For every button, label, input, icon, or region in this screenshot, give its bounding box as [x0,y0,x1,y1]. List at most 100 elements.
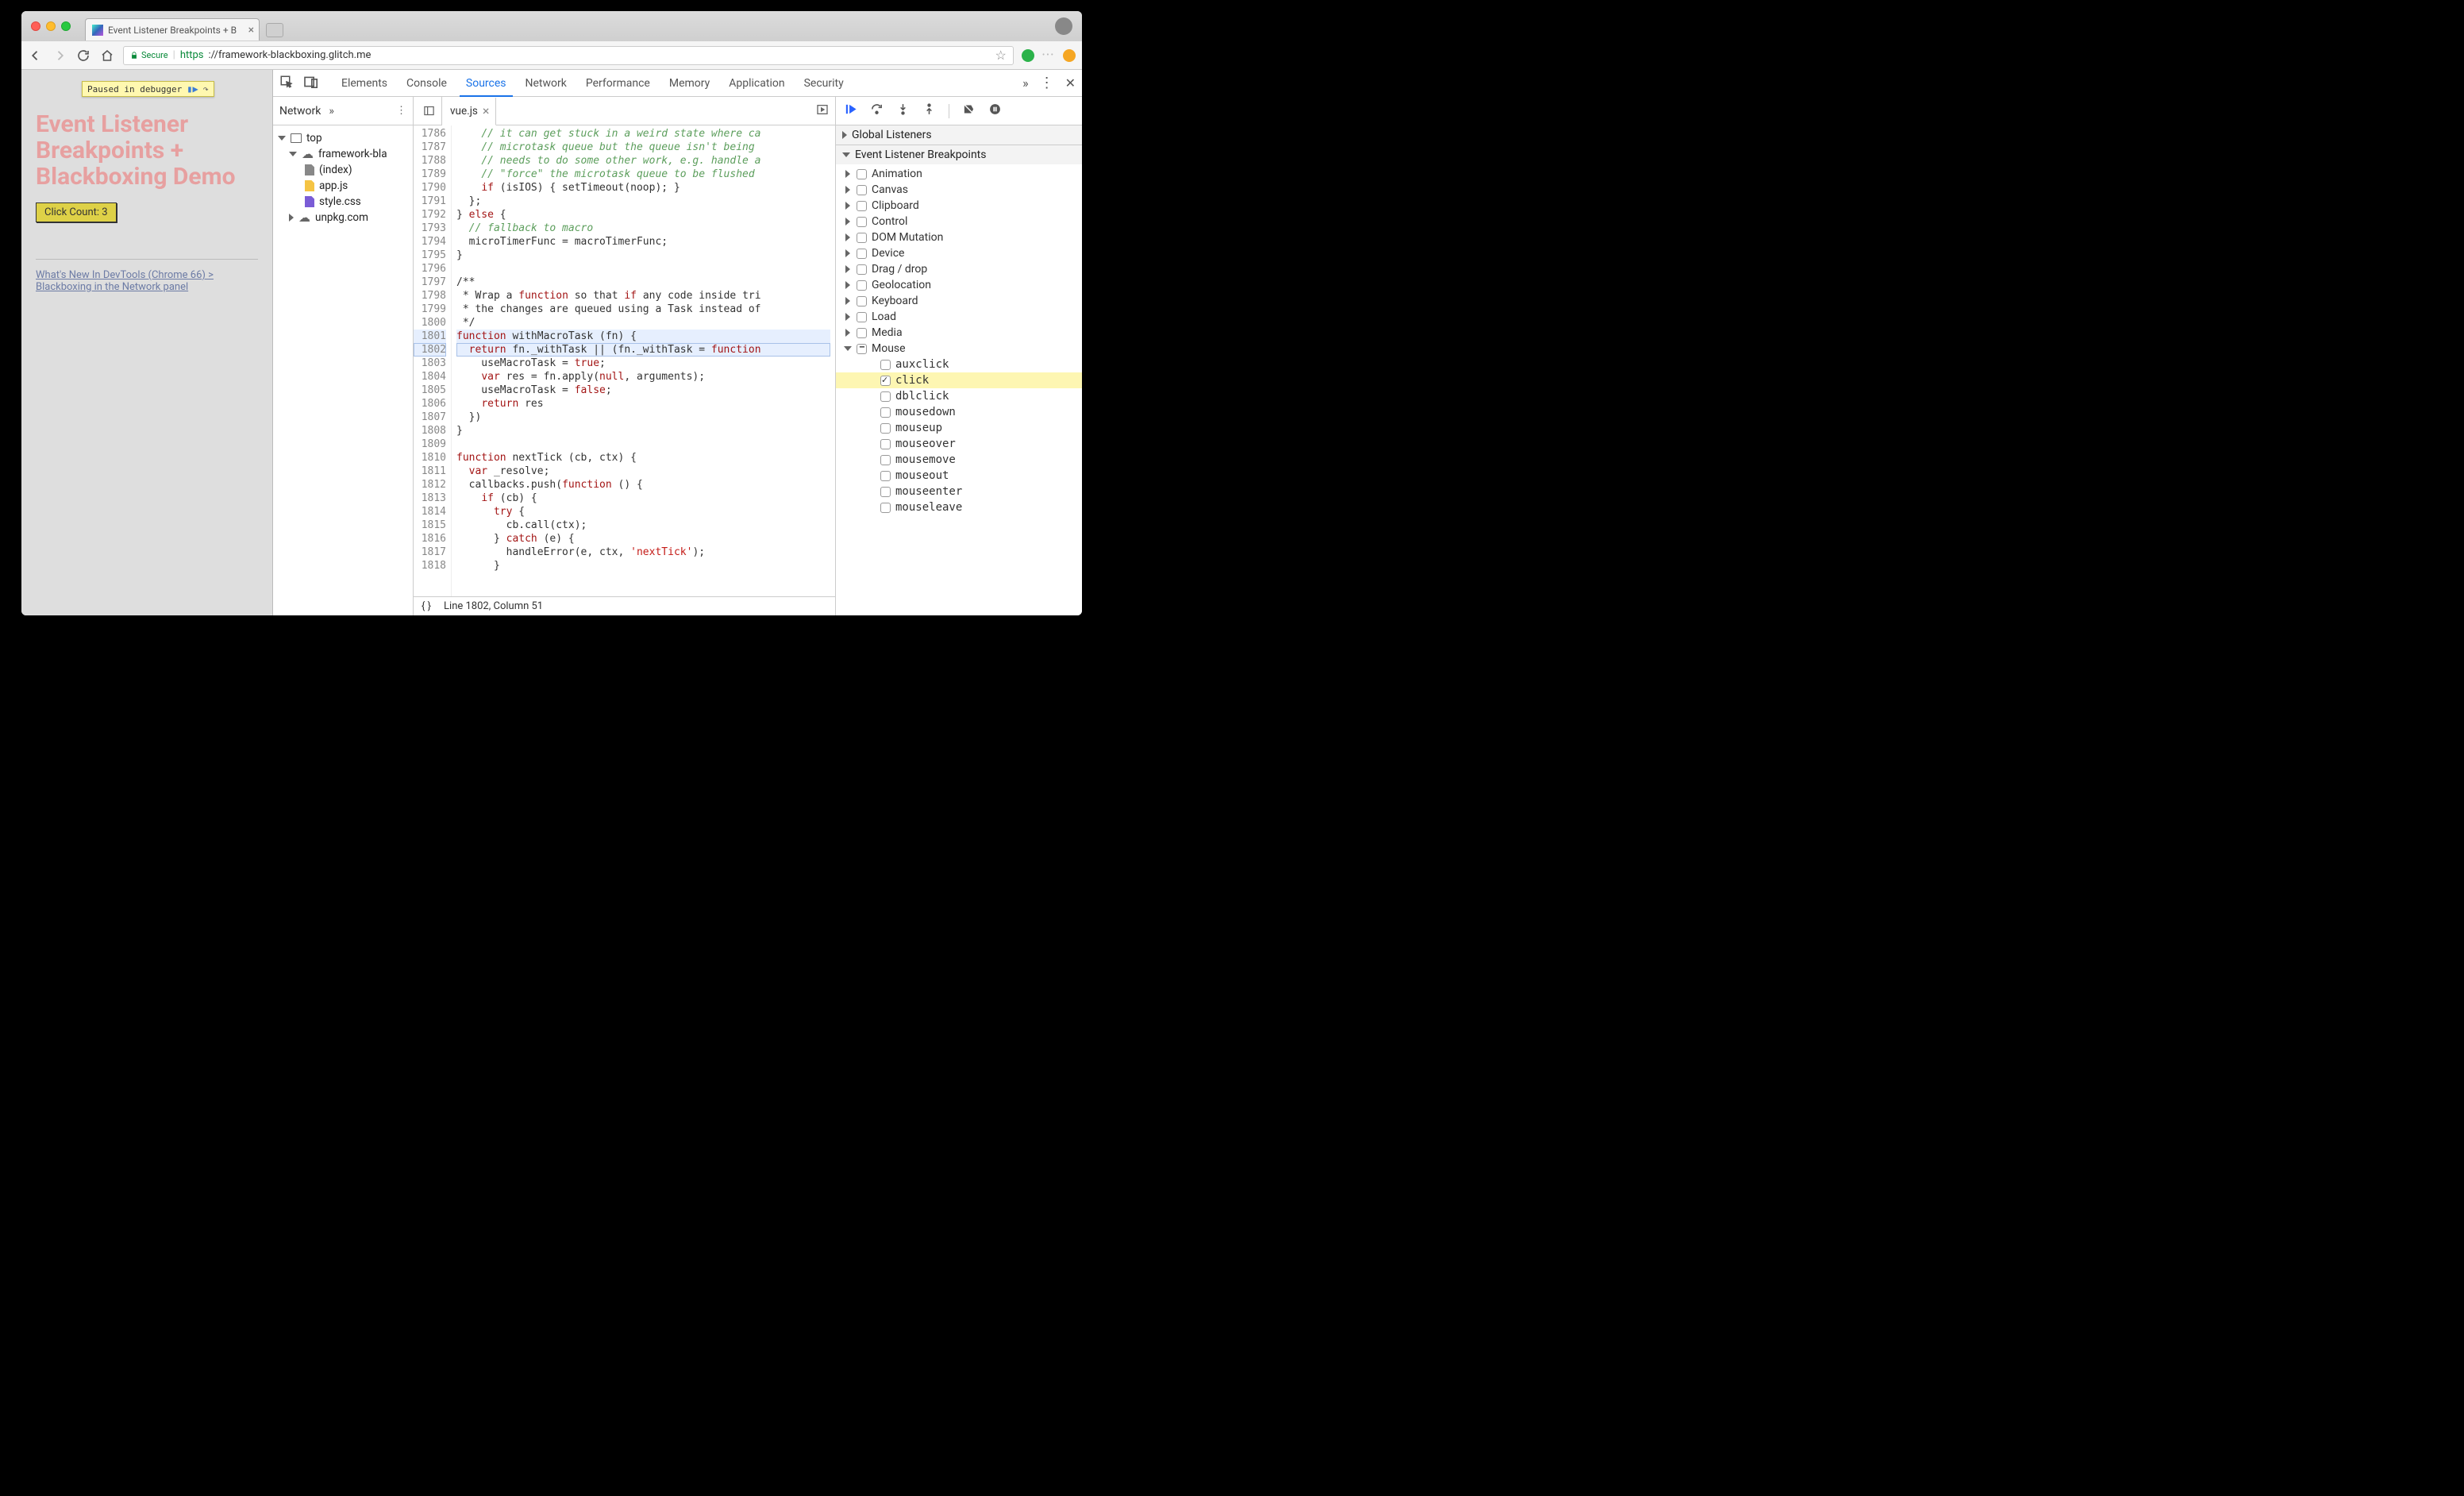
pretty-print-icon[interactable]: { } [422,600,431,612]
checkbox[interactable] [880,360,891,370]
section-global-listeners[interactable]: Global Listeners [836,125,1082,145]
checkbox[interactable] [880,423,891,434]
expand-icon[interactable] [844,329,852,337]
event-breakpoint[interactable]: auxclick [836,357,1082,372]
checkbox[interactable] [880,407,891,418]
section-event-listener-breakpoints[interactable]: Event Listener Breakpoints [836,145,1082,164]
close-file-tab-icon[interactable]: × [483,103,490,118]
show-navigator-button[interactable] [417,97,442,125]
expand-icon[interactable] [842,131,847,139]
close-window-icon[interactable] [31,21,40,31]
navigator-tab-network[interactable]: Network [279,105,321,118]
new-tab-button[interactable] [266,23,283,37]
event-category[interactable]: Control [836,214,1082,229]
checkbox[interactable] [857,344,867,354]
tab-memory[interactable]: Memory [660,70,719,96]
checkbox[interactable] [857,280,867,291]
extension-green-icon[interactable] [1022,49,1034,62]
step-over-button[interactable] [870,102,884,119]
home-button[interactable] [99,48,115,64]
expand-icon[interactable] [844,249,852,257]
expand-icon[interactable] [844,233,852,241]
tab-security[interactable]: Security [795,70,853,96]
checkbox[interactable] [857,264,867,275]
checkbox[interactable] [880,391,891,402]
page-link[interactable]: What's New In DevTools (Chrome 66) > Bla… [36,269,258,293]
event-breakpoint[interactable]: dblclick [836,388,1082,404]
checkbox[interactable] [880,376,891,386]
address-bar[interactable]: Secure | https://framework-blackboxing.g… [123,46,1014,65]
back-button[interactable] [28,48,44,64]
event-breakpoint[interactable]: mouseup [836,420,1082,436]
checkbox[interactable] [857,217,867,227]
expand-icon[interactable] [844,202,852,210]
minimize-window-icon[interactable] [46,21,56,31]
checkbox[interactable] [857,201,867,211]
code-content[interactable]: // it can get stuck in a weird state whe… [452,125,835,596]
checkbox[interactable] [880,471,891,481]
expand-icon[interactable] [844,346,852,351]
inspect-element-icon[interactable] [279,75,294,92]
checkbox[interactable] [857,312,867,322]
profile-avatar-icon[interactable] [1055,17,1072,35]
step-out-button[interactable] [922,102,936,119]
expand-icon[interactable] [844,218,852,226]
checkbox[interactable] [857,185,867,195]
extension-orange-icon[interactable] [1063,49,1076,62]
expand-icon[interactable] [844,170,852,178]
show-debugger-button[interactable] [816,103,835,119]
tree-domain-unpkg[interactable]: ☁ unpkg.com [276,210,410,226]
checkbox[interactable] [857,233,867,243]
event-breakpoint[interactable]: mouseleave [836,499,1082,515]
tab-network[interactable]: Network [516,70,576,96]
step-overlay-button[interactable]: ↷ [203,83,209,94]
tab-elements[interactable]: Elements [332,70,397,96]
expand-icon[interactable] [844,265,852,273]
tab-application[interactable]: Application [719,70,794,96]
editor-file-tab[interactable]: vue.js × [442,98,496,125]
click-count-button[interactable]: Click Count: 3 [36,202,117,222]
expand-icon[interactable] [844,313,852,321]
code-editor[interactable]: 1786178717881789179017911792179317941795… [414,125,835,596]
event-breakpoint[interactable]: mouseenter [836,484,1082,499]
close-devtools-icon[interactable]: ✕ [1065,75,1076,91]
tree-frame-top[interactable]: top [276,130,410,146]
event-breakpoint[interactable]: mouseout [836,468,1082,484]
event-category[interactable]: Canvas [836,182,1082,198]
close-tab-icon[interactable]: × [248,24,254,37]
expand-icon[interactable] [289,214,294,222]
navigator-more-icon[interactable]: » [329,105,334,118]
checkbox[interactable] [880,487,891,497]
checkbox[interactable] [880,503,891,513]
event-category[interactable]: Mouse [836,341,1082,357]
fullscreen-window-icon[interactable] [61,21,71,31]
event-category[interactable]: Keyboard [836,293,1082,309]
pause-on-exceptions-button[interactable] [988,102,1002,119]
deactivate-breakpoints-button[interactable] [962,102,976,119]
event-category[interactable]: Geolocation [836,277,1082,293]
more-tabs-icon[interactable]: » [1022,75,1029,91]
expand-icon[interactable] [842,152,850,157]
forward-button[interactable] [52,48,67,64]
expand-icon[interactable] [844,297,852,305]
expand-icon[interactable] [844,186,852,194]
event-category[interactable]: DOM Mutation [836,229,1082,245]
event-category[interactable]: Clipboard [836,198,1082,214]
step-into-button[interactable] [896,102,910,119]
checkbox[interactable] [880,455,891,465]
checkbox[interactable] [880,439,891,449]
reload-button[interactable] [75,48,91,64]
checkbox[interactable] [857,169,867,179]
expand-icon[interactable] [289,152,297,156]
expand-icon[interactable] [844,281,852,289]
event-breakpoint[interactable]: mousedown [836,404,1082,420]
devtools-menu-icon[interactable]: ⋮ [1040,75,1054,91]
browser-tab[interactable]: Event Listener Breakpoints + B × [85,18,260,40]
tab-console[interactable]: Console [397,70,456,96]
checkbox[interactable] [857,249,867,259]
tree-domain-main[interactable]: ☁ framework-bla [276,146,410,162]
expand-icon[interactable] [278,136,286,141]
event-category[interactable]: Load [836,309,1082,325]
tree-file-index[interactable]: (index) [276,162,410,178]
tree-file-stylecss[interactable]: style.css [276,194,410,210]
